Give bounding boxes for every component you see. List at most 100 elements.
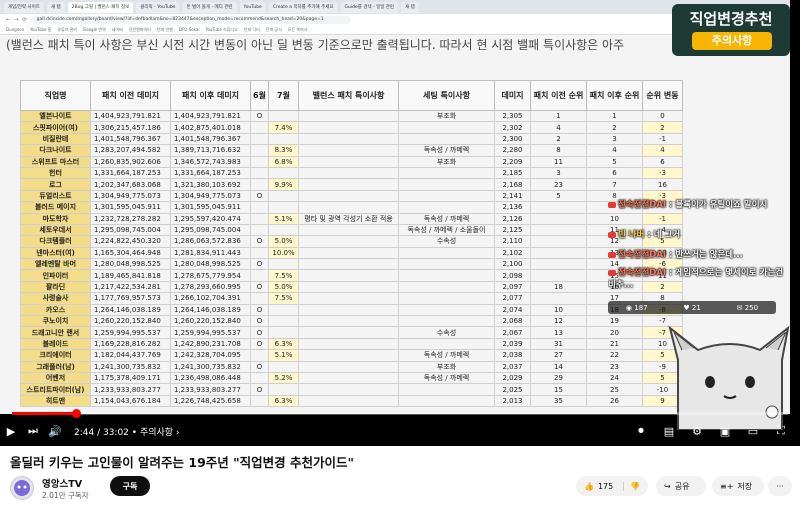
table-cell: 1,278,293,660.995 [170, 280, 251, 294]
job-name-cell: 사령술사 [20, 292, 91, 305]
browser-tab: 2Bug 그릴 | 밸런스 패치 정보 [67, 1, 134, 13]
table-cell: 23 [586, 360, 643, 374]
table-cell: 1,306,215,457.186 [90, 121, 171, 134]
job-name-cell: 세토우데서 [20, 223, 91, 237]
column-header: 7월 [268, 80, 299, 111]
chat-separator: : [666, 250, 676, 260]
table-cell: 1,264,146,038.189 [170, 303, 251, 317]
table-cell [250, 155, 269, 168]
table-cell: 10 [530, 303, 587, 317]
table-cell [398, 337, 495, 351]
play-icon[interactable]: ▶ [0, 425, 22, 438]
bookmark-item: 던전앤파이터 [128, 26, 151, 32]
youtube-watch-page: 게임/전략 사이트 새 탭 2Bug 그릴 | 밸런스 패치 정보 클리픽 - You… [0, 0, 800, 510]
table-cell: 1,266,102,704.391 [170, 292, 251, 305]
job-name-cell: 인파이터 [20, 269, 91, 282]
table-row: 그래플러(남) 1,241,300,735.832 1,241,300,735.83… [20, 360, 683, 374]
fullscreen-icon[interactable]: ⛶ [770, 424, 792, 438]
share-button[interactable]: ↪ 공유 [656, 476, 706, 496]
table-cell: 1,404,923,791.821 [170, 109, 251, 123]
save-button[interactable]: ≡+ 저장 [712, 476, 764, 496]
job-name-cell: 다크나이트 [20, 144, 91, 157]
table-cell: 1 [530, 109, 587, 123]
table-cell: O [250, 315, 269, 328]
channel-name[interactable]: 영앙스TV [42, 476, 82, 490]
table-cell [250, 201, 269, 214]
table-cell [530, 258, 587, 271]
settings-icon[interactable]: ⚙ [686, 425, 708, 438]
browser-tab: 게임/전략 사이트 [4, 1, 44, 13]
video-player[interactable]: 게임/전략 사이트 새 탭 2Bug 그릴 | 밸런스 패치 정보 클리픽 - You… [0, 0, 800, 446]
table-cell [398, 189, 495, 203]
table-cell: 6.3% [268, 394, 299, 408]
table-cell [530, 235, 587, 248]
like-count[interactable]: 175 [598, 482, 613, 491]
table-cell [398, 303, 495, 317]
more-actions-button[interactable]: ··· [768, 476, 792, 496]
job-name-cell: 마도학자 [20, 212, 91, 225]
job-name-cell: 엘레멘탈 바머 [20, 258, 91, 271]
theater-icon[interactable]: ▭ [742, 425, 764, 438]
table-cell: 2,102 [494, 246, 531, 260]
table-cell [298, 155, 399, 168]
table-cell: 5 [530, 189, 587, 203]
chat-message: 전속전전DAI : 반쓰거는 않은데... [608, 248, 790, 260]
table-cell [268, 326, 299, 339]
table-cell: -3 [642, 166, 683, 180]
bookmark-item: 던파 인벤 [156, 26, 173, 32]
table-cell: 7.5% [268, 292, 299, 305]
table-cell: O [250, 303, 269, 317]
autoplay-toggle-icon[interactable]: ⏺ [630, 424, 652, 438]
table-cell: 1,301,595,045.911 [90, 201, 171, 214]
job-name-cell: 엘븐나이트 [20, 109, 91, 123]
table-cell: 1,233,933,803.277 [170, 383, 251, 396]
table-row: 비질란테 1,401,548,796.367 1,401,548,796.367 2,… [20, 132, 683, 146]
table-cell: 8 [530, 144, 587, 157]
table-cell [530, 292, 587, 305]
browser-tab: Guide를 검색 - 일일 관련 [340, 1, 399, 13]
table-cell: 부조화 [398, 360, 495, 374]
table-row: 듀얼리스트 1,304,949,775.073 1,304,949,775.073 O… [20, 189, 683, 203]
table-cell: 18 [530, 280, 587, 294]
table-cell: 2,068 [494, 315, 531, 328]
column-header: 순위 변동 [642, 80, 683, 111]
table-cell [268, 109, 299, 123]
dislike-icon[interactable]: 👎 [623, 481, 640, 491]
table-cell: 1,331,664,187.253 [90, 166, 171, 180]
table-cell: O [250, 337, 269, 351]
stream-stats: ◉ 187 ♥ 21 ✉ 250 [608, 301, 776, 314]
subtitles-icon[interactable]: ▤ [658, 425, 680, 438]
like-icon[interactable]: 👍 [584, 482, 594, 491]
table-cell: 16 [642, 178, 683, 191]
job-name-cell: 블레이드 [20, 337, 91, 351]
progress-bar[interactable] [12, 409, 788, 418]
table-cell: O [250, 235, 269, 248]
job-name-cell: 다크템플러 [20, 235, 91, 248]
table-cell: 1,189,465,841.818 [90, 269, 171, 282]
table-cell: 15 [530, 383, 587, 396]
column-header: 6월 [250, 80, 269, 111]
miniplayer-icon[interactable]: ▣ [714, 425, 736, 438]
job-name-cell: 비질란테 [20, 132, 91, 146]
table-cell: 13 [530, 326, 587, 339]
chat-message: 전속전전DAI : 게임적으로는 몇세이로 카는건 비추... [608, 266, 790, 290]
table-cell [298, 360, 399, 374]
next-icon[interactable]: ⏭ [22, 424, 44, 438]
chapter-text[interactable]: 주의사항 [140, 428, 173, 438]
column-header: 세팅 특이사항 [398, 80, 495, 111]
subscribe-button[interactable]: 구독 [110, 476, 150, 496]
table-cell [530, 212, 587, 225]
table-cell: 3 [586, 132, 643, 146]
share-label: 공유 [674, 481, 690, 491]
table-cell: 1,278,675,779.954 [170, 269, 251, 282]
table-cell: 1,217,422,534.281 [90, 280, 171, 294]
table-cell [298, 189, 399, 203]
table-cell: 1,236,498,086.448 [170, 371, 251, 385]
table-cell: 9.9% [268, 178, 299, 191]
channel-avatar[interactable] [10, 476, 34, 500]
browser-tab: 돈 벌어 볼게 - 메디 관련 [182, 1, 237, 13]
volume-icon[interactable]: 🔊 [44, 425, 66, 438]
progress-scrubber[interactable] [71, 409, 81, 418]
table-cell: 5.1% [268, 349, 299, 362]
bookmark-item: 던파 닥터 [243, 26, 260, 32]
